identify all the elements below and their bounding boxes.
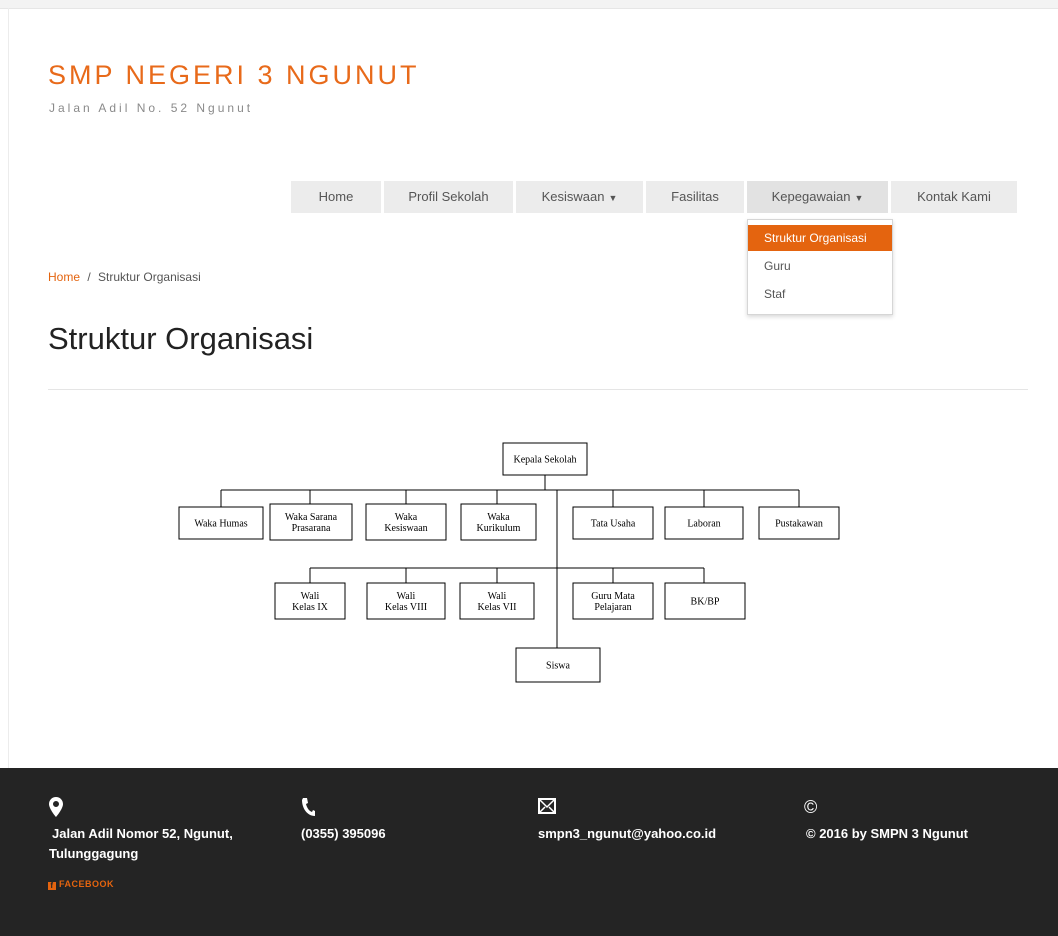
- org-node-row2-1-label: Wali: [397, 591, 416, 602]
- footer-address-line2: Tulunggagung: [49, 846, 139, 861]
- org-node-row1-1-label: Prasarana: [292, 523, 331, 534]
- org-node-row2-3: Guru MataPelajaran: [572, 582, 654, 620]
- copyright-icon: ©: [804, 797, 818, 817]
- org-node-row2-2-label: Wali: [488, 591, 507, 602]
- facebook-label: FACEBOOK: [59, 879, 115, 889]
- facebook-link[interactable]: f FACEBOOK: [48, 879, 114, 890]
- org-node-row1-0-label: Waka Humas: [194, 519, 247, 530]
- org-node-row2-1: WaliKelas VIII: [366, 582, 446, 620]
- org-node-row1-1-label: Waka Sarana: [285, 512, 338, 523]
- envelope-icon: [538, 797, 556, 820]
- org-node-row1-2: WakaKesiswaan: [365, 503, 447, 541]
- org-node-kepala-sekolah-label: Kepala Sekolah: [513, 455, 576, 466]
- map-pin-icon: [49, 797, 63, 823]
- org-chart-connectors: [220, 475, 800, 648]
- org-node-row2-0-label: Wali: [301, 591, 320, 602]
- org-chart: Kepala Sekolah Waka Humas Waka SaranaPrasa…: [178, 442, 840, 683]
- org-node-row2-1-label: Kelas VIII: [385, 602, 427, 613]
- org-node-siswa: Siswa: [515, 647, 601, 683]
- org-chart-nodes: Kepala Sekolah Waka Humas Waka SaranaPrasa…: [178, 442, 840, 683]
- org-node-row1-5-label: Laboran: [687, 519, 720, 530]
- org-node-siswa-label: Siswa: [546, 661, 570, 672]
- org-node-row2-0: WaliKelas IX: [274, 582, 346, 620]
- org-node-row2-3-label: Guru Mata: [591, 591, 635, 602]
- org-node-row2-2-label: Kelas VII: [478, 602, 517, 613]
- org-node-row2-0-label: Kelas IX: [292, 602, 329, 613]
- org-node-row2-3-label: Pelajaran: [594, 602, 631, 613]
- org-node-row2-4-label: BK/BP: [691, 597, 720, 608]
- facebook-icon: f: [48, 882, 56, 890]
- footer-phone: (0355) 395096: [301, 826, 386, 841]
- org-node-row1-6-label: Pustakawan: [775, 519, 823, 530]
- org-node-row1-6: Pustakawan: [758, 506, 840, 540]
- org-node-row1-2-label: Waka: [395, 512, 418, 523]
- phone-icon: [301, 797, 315, 823]
- org-node-row1-3-label: Waka: [487, 512, 510, 523]
- org-node-row1-2-label: Kesiswaan: [384, 523, 427, 534]
- org-node-kepala-sekolah: Kepala Sekolah: [502, 442, 588, 476]
- org-node-row1-5: Laboran: [664, 506, 744, 540]
- org-node-row2-4: BK/BP: [664, 582, 746, 620]
- org-node-row1-4: Tata Usaha: [572, 506, 654, 540]
- org-node-row1-4-label: Tata Usaha: [591, 519, 636, 530]
- footer-address: Jalan Adil Nomor 52, Ngunut, Tulunggagun…: [49, 824, 233, 864]
- org-node-row1-3-label: Kurikulum: [477, 523, 521, 534]
- footer-address-line1: Jalan Adil Nomor 52, Ngunut,: [52, 826, 233, 841]
- org-node-row1-1: Waka SaranaPrasarana: [269, 503, 353, 541]
- org-node-row1-0: Waka Humas: [178, 506, 264, 540]
- footer-copyright: © 2016 by SMPN 3 Ngunut: [806, 826, 968, 841]
- footer: Jalan Adil Nomor 52, Ngunut, Tulunggagun…: [0, 768, 1058, 936]
- org-node-row1-3: WakaKurikulum: [460, 503, 537, 541]
- org-node-row2-2: WaliKelas VII: [459, 582, 535, 620]
- footer-email[interactable]: smpn3_ngunut@yahoo.co.id: [538, 824, 716, 844]
